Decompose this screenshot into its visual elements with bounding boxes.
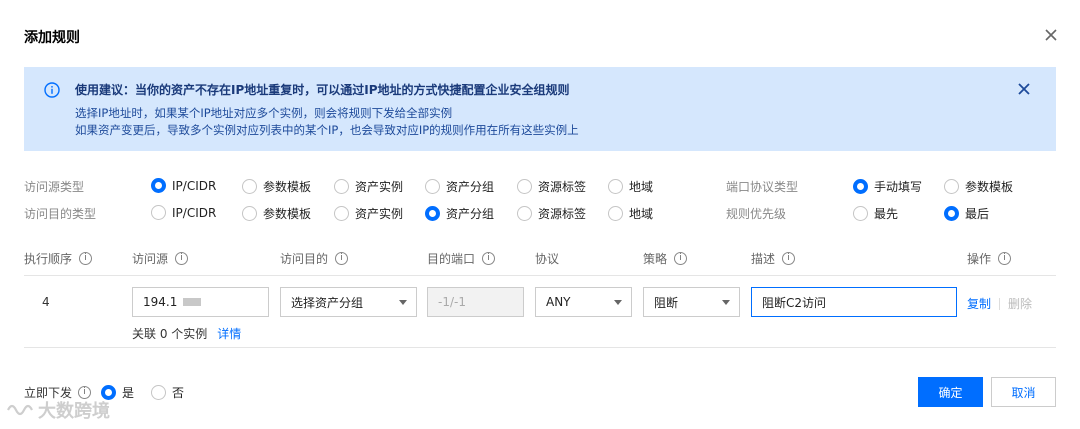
immediate-no-radio[interactable]: 否 <box>151 384 184 401</box>
chevron-down-icon <box>399 300 407 305</box>
policy-select[interactable]: 阻断 <box>643 287 740 317</box>
radio-selected-icon <box>853 179 868 194</box>
header-protocol: 协议 <box>535 252 560 266</box>
watermark-logo-icon <box>7 404 33 416</box>
redaction-mask <box>183 298 202 306</box>
dest-type-asset-group-radio[interactable]: 资产分组 <box>425 205 494 222</box>
help-icon[interactable]: i <box>674 252 688 265</box>
cancel-button[interactable]: 取消 <box>991 377 1056 407</box>
assoc-instances: 关联 0 个实例 详情 <box>132 327 242 341</box>
header-actions: 操作 i <box>967 250 1012 267</box>
help-icon[interactable]: i <box>998 252 1012 265</box>
radio-icon <box>608 206 623 221</box>
row-order: 4 <box>42 295 50 309</box>
source-type-ip-cidr-radio[interactable]: IP/CIDR <box>151 178 216 193</box>
radio-icon <box>334 179 349 194</box>
header-description: 描述 i <box>751 250 796 267</box>
destination-select[interactable]: 选择资产分组 <box>280 287 417 317</box>
header-destination: 访问目的 i <box>280 250 349 267</box>
dialog-title: 添加规则 <box>24 30 80 46</box>
confirm-button[interactable]: 确定 <box>918 377 983 407</box>
port-protocol-template-radio[interactable]: 参数模板 <box>944 178 1013 195</box>
watermark: 大数跨境 <box>6 397 110 423</box>
dest-type-label: 访问目的类型 <box>24 207 97 221</box>
table-bottom-divider <box>24 347 1056 348</box>
table-divider <box>24 275 1056 276</box>
source-type-param-template-radio[interactable]: 参数模板 <box>242 178 311 195</box>
rule-priority-label: 规则优先级 <box>726 207 787 221</box>
dest-type-resource-tag-radio[interactable]: 资源标签 <box>517 205 586 222</box>
description-input[interactable]: 阻断C2访问 <box>751 287 957 317</box>
chevron-down-icon <box>614 300 622 305</box>
radio-icon <box>944 179 959 194</box>
radio-icon <box>151 385 166 400</box>
port-protocol-manual-radio[interactable]: 手动填写 <box>853 178 922 195</box>
radio-icon <box>242 206 257 221</box>
radio-selected-icon <box>425 206 440 221</box>
radio-selected-icon <box>944 206 959 221</box>
priority-first-radio[interactable]: 最先 <box>853 205 898 222</box>
priority-last-radio[interactable]: 最后 <box>944 205 989 222</box>
source-type-asset-group-radio[interactable]: 资产分组 <box>425 178 494 195</box>
chevron-down-icon <box>722 300 730 305</box>
radio-icon <box>517 179 532 194</box>
source-input[interactable]: 194.1 <box>132 287 269 317</box>
info-close-icon[interactable] <box>1018 83 1030 95</box>
help-icon[interactable]: i <box>782 252 796 265</box>
header-order: 执行顺序 i <box>24 250 93 267</box>
source-type-resource-tag-radio[interactable]: 资源标签 <box>517 178 586 195</box>
header-policy: 策略 i <box>643 250 688 267</box>
dest-type-region-radio[interactable]: 地域 <box>608 205 653 222</box>
radio-icon <box>242 179 257 194</box>
source-type-region-radio[interactable]: 地域 <box>608 178 653 195</box>
help-icon[interactable]: i <box>482 252 496 265</box>
radio-selected-icon <box>151 178 166 193</box>
port-protocol-type-label: 端口协议类型 <box>726 180 799 194</box>
dest-type-ip-cidr-radio[interactable]: IP/CIDR <box>151 205 216 220</box>
action-divider <box>999 297 1001 310</box>
dest-port-input: -1/-1 <box>427 287 524 317</box>
info-line-2: 如果资产变更后，导致多个实例对应列表中的某个IP，也会导致对应IP的规则作用在所… <box>75 123 579 137</box>
info-headline: 使用建议：当你的资产不存在IP地址重复时，可以通过IP地址的方式快捷配置企业安全… <box>75 83 570 97</box>
header-source: 访问源 i <box>132 250 189 267</box>
protocol-select[interactable]: ANY <box>535 287 632 317</box>
help-icon[interactable]: i <box>335 252 349 265</box>
dest-type-param-template-radio[interactable]: 参数模板 <box>242 205 311 222</box>
delete-button: 删除 <box>1008 297 1033 311</box>
radio-icon <box>334 206 349 221</box>
help-icon[interactable]: i <box>79 252 93 265</box>
info-banner: 使用建议：当你的资产不存在IP地址重复时，可以通过IP地址的方式快捷配置企业安全… <box>24 67 1056 151</box>
radio-icon <box>853 206 868 221</box>
details-link[interactable]: 详情 <box>217 327 241 341</box>
radio-icon <box>517 206 532 221</box>
help-icon[interactable]: i <box>175 252 189 265</box>
row-actions: 复制 删除 <box>967 295 1032 312</box>
header-dest-port: 目的端口 i <box>427 250 496 267</box>
radio-icon <box>608 179 623 194</box>
info-line-1: 选择IP地址时，如果某个IP地址对应多个实例，则会将规则下发给全部实例 <box>75 106 453 120</box>
radio-icon <box>151 205 166 220</box>
dest-type-asset-instance-radio[interactable]: 资产实例 <box>334 205 403 222</box>
source-type-asset-instance-radio[interactable]: 资产实例 <box>334 178 403 195</box>
add-rule-dialog: 添加规则 使用建议：当你的资产不存在IP地址重复时，可以通过IP地址的方式快捷配… <box>0 0 1080 429</box>
close-icon[interactable] <box>1042 26 1060 44</box>
radio-icon <box>425 179 440 194</box>
info-icon <box>44 82 60 98</box>
copy-button[interactable]: 复制 <box>967 295 991 312</box>
source-type-label: 访问源类型 <box>24 180 85 194</box>
